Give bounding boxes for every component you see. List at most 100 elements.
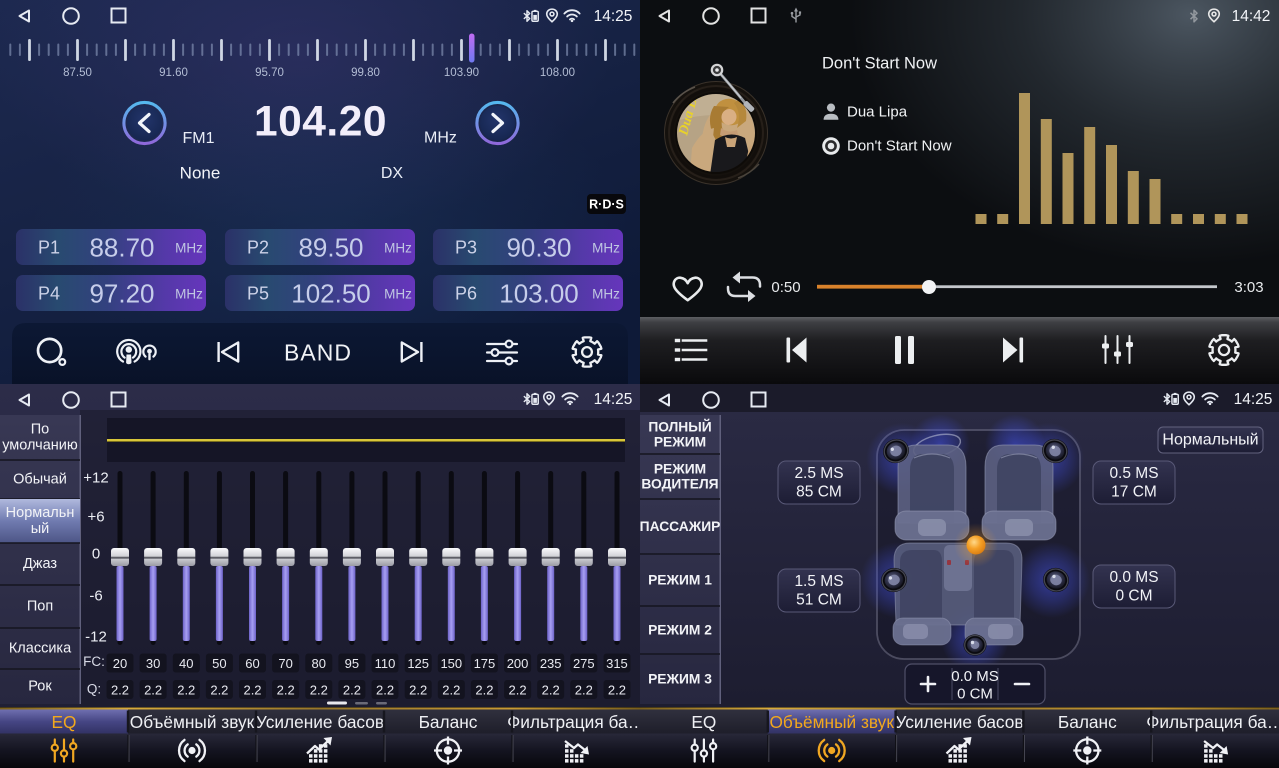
svg-text:РЕЖИМ 1: РЕЖИМ 1 (648, 573, 712, 588)
svg-text:Баланс: Баланс (419, 712, 478, 732)
svg-text:14:25: 14:25 (1234, 391, 1273, 408)
svg-text:DX: DX (381, 165, 404, 182)
svg-text:85 CM: 85 CM (796, 484, 842, 501)
svg-text:EQ: EQ (52, 712, 77, 732)
svg-text:РЕЖИМ: РЕЖИМ (654, 435, 706, 450)
svg-text:Джаз: Джаз (23, 556, 57, 572)
svg-text:2.2: 2.2 (144, 683, 162, 698)
svg-text:2.2: 2.2 (177, 683, 195, 698)
svg-text:110: 110 (375, 656, 396, 671)
svg-text:125: 125 (407, 656, 429, 671)
svg-text:2.2: 2.2 (442, 683, 460, 698)
svg-text:200: 200 (507, 656, 529, 671)
svg-text:P6: P6 (455, 284, 477, 304)
svg-text:87.50: 87.50 (63, 67, 92, 79)
svg-text:97.20: 97.20 (89, 279, 154, 309)
svg-text:315: 315 (606, 656, 628, 671)
svg-text:По: По (31, 422, 50, 438)
svg-text:2.2: 2.2 (575, 683, 593, 698)
svg-text:175: 175 (474, 656, 496, 671)
svg-text:MHz: MHz (175, 241, 203, 256)
svg-text:+12: +12 (83, 470, 108, 487)
svg-text:ПОЛНЫЙ: ПОЛНЫЙ (648, 418, 711, 435)
svg-text:P1: P1 (38, 238, 60, 258)
svg-text:103.00: 103.00 (499, 279, 579, 309)
svg-text:0: 0 (92, 546, 100, 563)
svg-text:14:25: 14:25 (594, 391, 633, 408)
svg-text:14:25: 14:25 (594, 8, 633, 25)
svg-text:2.2: 2.2 (542, 683, 560, 698)
svg-text:Фильтрация ба…: Фильтрация ба… (1146, 712, 1279, 732)
svg-text:R·D·S: R·D·S (589, 198, 624, 212)
svg-text:40: 40 (179, 656, 193, 671)
svg-text:275: 275 (573, 656, 595, 671)
svg-text:P4: P4 (38, 284, 60, 304)
svg-text:Фильтрация ба…: Фильтрация ба… (507, 712, 640, 732)
svg-text:Обычай: Обычай (13, 472, 67, 488)
svg-text:Баланс: Баланс (1058, 712, 1117, 732)
svg-text:14:42: 14:42 (1232, 8, 1271, 25)
svg-text:104.20: 104.20 (254, 99, 387, 146)
svg-text:89.50: 89.50 (298, 233, 363, 263)
svg-text:99.80: 99.80 (351, 67, 380, 79)
svg-text:Усиление басов: Усиление басов (256, 712, 384, 732)
svg-text:Классика: Классика (9, 641, 72, 657)
svg-text:17 CM: 17 CM (1111, 484, 1157, 501)
svg-text:2.2: 2.2 (277, 683, 295, 698)
svg-text:-6: -6 (89, 588, 102, 605)
svg-text:P2: P2 (247, 238, 269, 258)
svg-text:Don't Start Now: Don't Start Now (847, 138, 952, 155)
svg-text:+6: +6 (87, 509, 104, 526)
svg-text:MHz: MHz (424, 130, 457, 147)
svg-text:P3: P3 (455, 238, 477, 258)
svg-text:2.2: 2.2 (343, 683, 361, 698)
svg-text:ый: ый (31, 521, 50, 537)
svg-text:умолчанию: умолчанию (2, 438, 78, 454)
svg-text:Рок: Рок (28, 679, 52, 695)
svg-text:MHz: MHz (592, 241, 620, 256)
svg-text:0.0 MS: 0.0 MS (951, 668, 999, 685)
svg-text:FC:: FC: (83, 654, 105, 669)
svg-text:MHz: MHz (384, 287, 412, 302)
svg-text:Нормальный: Нормальный (1162, 432, 1258, 449)
svg-text:MHz: MHz (592, 287, 620, 302)
svg-text:Dua Lipa: Dua Lipa (847, 104, 908, 121)
svg-text:70: 70 (278, 656, 292, 671)
svg-text:95: 95 (345, 656, 359, 671)
svg-text:2.2: 2.2 (409, 683, 427, 698)
svg-text:BAND: BAND (284, 340, 352, 366)
svg-text:FM1: FM1 (183, 130, 215, 147)
svg-text:ПАССАЖИР: ПАССАЖИР (640, 519, 720, 534)
svg-text:30: 30 (146, 656, 160, 671)
svg-text:0.0 MS: 0.0 MS (1109, 569, 1158, 586)
svg-text:Нормальн: Нормальн (6, 505, 75, 521)
svg-text:91.60: 91.60 (159, 67, 188, 79)
svg-text:2.5 MS: 2.5 MS (794, 465, 843, 482)
svg-text:102.50: 102.50 (291, 279, 371, 309)
svg-text:108.00: 108.00 (540, 67, 575, 79)
svg-text:0 CM: 0 CM (1115, 588, 1152, 605)
svg-text:20: 20 (113, 656, 127, 671)
svg-text:0 CM: 0 CM (957, 686, 993, 703)
svg-text:90.30: 90.30 (506, 233, 571, 263)
svg-text:95.70: 95.70 (255, 67, 284, 79)
svg-text:РЕЖИМ: РЕЖИМ (654, 462, 706, 477)
svg-text:88.70: 88.70 (89, 233, 154, 263)
svg-text:235: 235 (540, 656, 562, 671)
svg-text:2.2: 2.2 (310, 683, 328, 698)
svg-text:2.2: 2.2 (243, 683, 261, 698)
svg-text:Усиление басов: Усиление басов (895, 712, 1023, 732)
svg-text:P5: P5 (247, 284, 269, 304)
svg-text:Q:: Q: (87, 682, 101, 697)
svg-text:0:50: 0:50 (771, 279, 800, 296)
svg-text:103.90: 103.90 (444, 67, 479, 79)
svg-text:2.2: 2.2 (210, 683, 228, 698)
svg-text:2.2: 2.2 (509, 683, 527, 698)
svg-text:150: 150 (440, 656, 462, 671)
svg-text:MHz: MHz (175, 287, 203, 302)
svg-text:2.2: 2.2 (376, 683, 394, 698)
svg-text:2.2: 2.2 (608, 683, 626, 698)
svg-text:51 CM: 51 CM (796, 592, 842, 609)
svg-text:-12: -12 (85, 629, 107, 646)
svg-text:None: None (180, 164, 221, 183)
